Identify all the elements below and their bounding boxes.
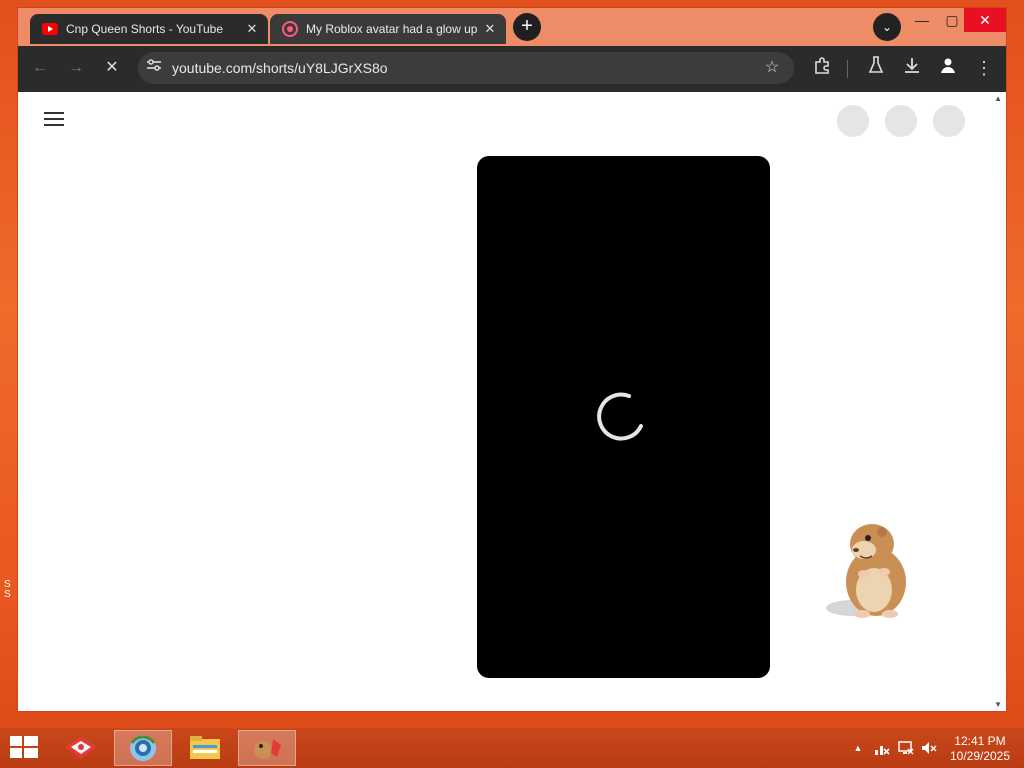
file-explorer-icon[interactable] [176, 730, 234, 766]
extensions-icon[interactable] [810, 56, 834, 80]
header-placeholder [885, 105, 917, 137]
volume-muted-icon[interactable] [921, 740, 937, 756]
clock-time: 12:41 PM [954, 734, 1006, 748]
header-placeholder [837, 105, 869, 137]
page-viewport: ▲ ▼ [18, 92, 1006, 711]
tab-title: My Roblox avatar had a glow up [306, 22, 478, 36]
tab-close-icon[interactable]: ✕ [244, 21, 260, 37]
scroll-down-icon[interactable]: ▼ [994, 700, 1002, 709]
toolbar-divider [847, 60, 848, 78]
system-clock[interactable]: 12:41 PM 10/29/2025 [944, 734, 1016, 764]
download-icon[interactable] [900, 56, 924, 80]
network-icon[interactable] [874, 740, 890, 756]
labs-icon[interactable] [864, 56, 888, 80]
taskbar: ▲ 12:41 PM 10/29/2025 [0, 728, 1024, 768]
display-icon[interactable] [898, 740, 914, 756]
clock-date: 10/29/2025 [949, 749, 1011, 763]
profile-icon[interactable] [936, 56, 960, 80]
show-hidden-icons[interactable]: ▲ [850, 740, 866, 756]
browser-window: Cnp Queen Shorts - YouTube ✕ My Roblox a… [18, 8, 1006, 711]
address-bar[interactable]: youtube.com/shorts/uY8LJGrXS8o ☆ [138, 52, 794, 84]
forward-icon[interactable]: → [64, 56, 88, 80]
desktop-icon-fragment: SS [4, 579, 11, 600]
tab-strip: Cnp Queen Shorts - YouTube ✕ My Roblox a… [18, 8, 1006, 46]
site-settings-icon[interactable] [144, 58, 164, 78]
tab-title: Cnp Queen Shorts - YouTube [66, 22, 223, 36]
youtube-icon [42, 21, 58, 37]
header-placeholder [933, 105, 965, 137]
shorts-video-player[interactable] [477, 156, 770, 678]
browser-toolbar: ← → ✕ youtube.com/shorts/uY8LJGrXS8o ☆ ⋮ [18, 46, 1006, 92]
hamster-app-icon[interactable] [238, 730, 296, 766]
url-text: youtube.com/shorts/uY8LJGrXS8o [172, 60, 388, 76]
window-close-icon[interactable]: ✕ [964, 8, 1006, 32]
menu-icon[interactable]: ⋮ [972, 56, 996, 80]
audio-playing-icon [282, 21, 298, 37]
loading-spinner-icon [597, 392, 643, 441]
hamster-mascot-icon [826, 524, 906, 618]
tab-search-chevron-icon[interactable]: ⌄ [873, 13, 901, 41]
tab-close-icon[interactable]: ✕ [482, 21, 498, 37]
hamburger-icon[interactable] [44, 112, 64, 128]
tab-youtube-shorts[interactable]: Cnp Queen Shorts - YouTube ✕ [30, 14, 268, 44]
scroll-up-icon[interactable]: ▲ [994, 94, 1002, 103]
stop-loading-icon[interactable]: ✕ [100, 56, 124, 80]
new-tab-button[interactable]: + [513, 13, 541, 41]
chrome-icon[interactable] [114, 730, 172, 766]
bookmark-star-icon[interactable]: ☆ [762, 58, 782, 78]
tab-roblox-video[interactable]: My Roblox avatar had a glow up ✕ [270, 14, 506, 44]
back-icon[interactable]: ← [28, 56, 52, 80]
start-icon[interactable] [10, 736, 38, 760]
gift-icon[interactable] [52, 730, 110, 766]
